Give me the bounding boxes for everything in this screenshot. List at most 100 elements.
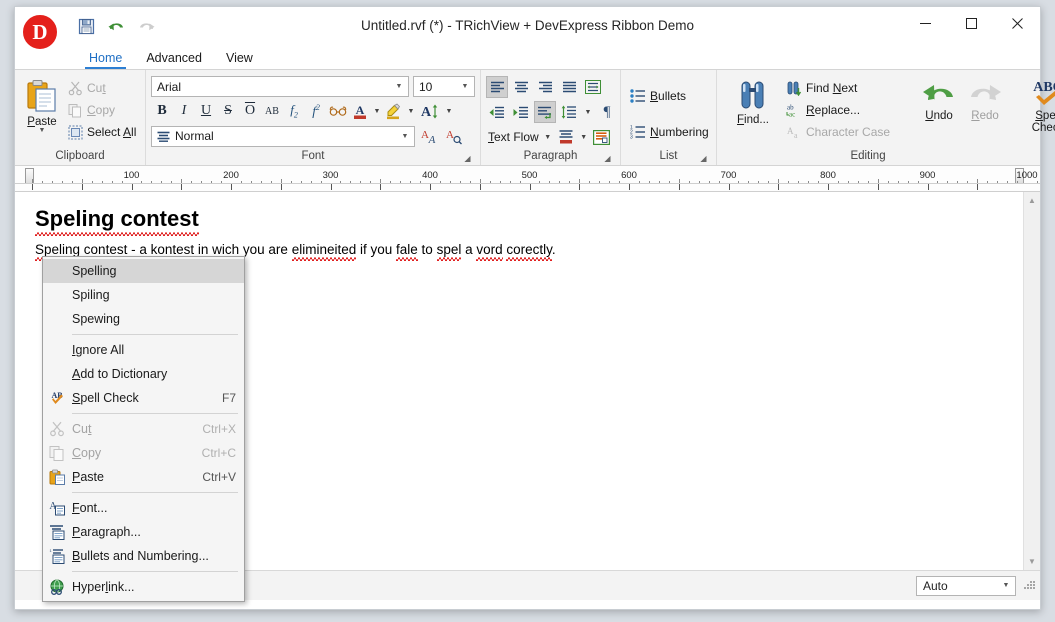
align-center-button[interactable] [510, 76, 532, 98]
ruler-tab-row[interactable] [15, 183, 1040, 191]
menu-item-ignore-all[interactable]: Ignore All [43, 338, 244, 362]
font-size-tool-button[interactable]: A [417, 100, 443, 122]
scroll-up-icon[interactable]: ▲ [1024, 192, 1040, 209]
text-flow-button[interactable]: Text Flow [486, 126, 541, 148]
italic-button[interactable]: I [173, 100, 195, 122]
ruler-tab-stop[interactable] [928, 184, 929, 190]
spell-context-menu[interactable]: SpellingSpilingSpewing Ignore AllAdd to D… [42, 256, 245, 602]
overline-button[interactable]: O [239, 100, 261, 122]
ruler-tab-stop[interactable] [32, 184, 33, 190]
chevron-down-icon[interactable]: ▼ [443, 100, 455, 122]
font-name-combo[interactable]: Arial ▼ [151, 76, 409, 97]
close-button[interactable] [994, 7, 1040, 39]
increase-indent-button[interactable] [510, 101, 532, 123]
tab-advanced[interactable]: Advanced [134, 50, 214, 69]
menu-item-hyperlink[interactable]: Hyperlink... [43, 575, 244, 599]
minimize-button[interactable] [902, 7, 948, 39]
font-size-combo[interactable]: 10 ▼ [413, 76, 475, 97]
ruler-tab-stop[interactable] [380, 184, 381, 190]
replace-button[interactable]: ab ac Replace... [782, 99, 894, 121]
menu-item-spell-check[interactable]: ABSpell CheckF7 [43, 386, 244, 410]
ruler-tab-stop[interactable] [729, 184, 730, 190]
menu-item-spelling[interactable]: Spelling [43, 259, 244, 283]
subscript-button[interactable]: f2 [283, 100, 305, 122]
scroll-down-icon[interactable]: ▼ [1024, 553, 1040, 570]
chevron-down-icon[interactable]: ▼ [39, 128, 46, 134]
ruler-tab-stop[interactable] [977, 184, 978, 190]
bullets-button[interactable]: Bullets [626, 83, 690, 109]
ruler-tab-stop[interactable] [679, 184, 680, 190]
ruler-tab-stop[interactable] [231, 184, 232, 190]
list-dialog-launcher[interactable]: ◢ [698, 153, 709, 164]
menu-item-bullets-and-numbering[interactable]: 1Bullets and Numbering... [43, 544, 244, 568]
ruler-tab-stop[interactable] [828, 184, 829, 190]
ruler-tab-stop[interactable] [430, 184, 431, 190]
numbering-button[interactable]: 123 Numbering [626, 119, 713, 145]
align-right-button[interactable] [534, 76, 556, 98]
ruler-tab-stop[interactable] [132, 184, 133, 190]
paragraph-background-button[interactable] [555, 126, 577, 148]
maximize-button[interactable] [948, 7, 994, 39]
decrease-indent-button[interactable] [486, 101, 508, 123]
document-page[interactable]: Speling contest Speling contest - a kont… [15, 192, 1040, 259]
undo-button[interactable]: Undo [916, 75, 962, 122]
ruler-tab-stop[interactable] [629, 184, 630, 190]
ruler-tab-stop[interactable] [82, 184, 83, 190]
find-button[interactable]: Find... [730, 75, 776, 126]
paragraph-border-button[interactable] [591, 126, 613, 148]
ruler-tab-stop[interactable] [480, 184, 481, 190]
zoom-combo[interactable]: Auto ▼ [916, 576, 1016, 596]
chevron-down-icon[interactable]: ▼ [458, 83, 472, 90]
align-left-button[interactable] [486, 76, 508, 98]
chevron-down-icon[interactable]: ▼ [392, 83, 406, 90]
align-justify-button[interactable] [558, 76, 580, 98]
resize-grip[interactable] [1022, 579, 1036, 593]
find-next-button[interactable]: Find Next [782, 77, 894, 99]
ruler-tab-stop[interactable] [579, 184, 580, 190]
menu-item-add-to-dictionary[interactable]: Add to Dictionary [43, 362, 244, 386]
indents-dialog-button[interactable] [582, 76, 604, 98]
strikeout-button[interactable]: S [217, 100, 239, 122]
chevron-down-icon[interactable]: ▼ [398, 133, 412, 140]
bold-button[interactable]: B [151, 100, 173, 122]
highlight-button[interactable] [383, 100, 405, 122]
ruler-tab-stop[interactable] [181, 184, 182, 190]
paragraph-style-combo[interactable]: Normal ▼ [151, 126, 415, 147]
chevron-down-icon[interactable]: ▼ [371, 100, 383, 122]
paste-button[interactable]: Paste ▼ [24, 75, 60, 134]
ruler-tab-stop[interactable] [331, 184, 332, 190]
vertical-scrollbar[interactable]: ▲ ▼ [1023, 192, 1040, 570]
ruler-tab-stop[interactable] [530, 184, 531, 190]
ruler-tab-stop[interactable] [878, 184, 879, 190]
ruler-tab-stop[interactable] [281, 184, 282, 190]
superscript-button[interactable]: f2 [305, 100, 327, 122]
line-break-button[interactable] [534, 101, 556, 123]
horizontal-ruler[interactable]: 1002003004005006007008009001000 [15, 166, 1040, 192]
paragraph-dialog-launcher[interactable]: ◢ [602, 153, 613, 164]
change-case-button[interactable]: A A [418, 125, 440, 147]
show-formatting-marks-button[interactable]: ¶ [596, 101, 618, 123]
find-font-button[interactable]: A [443, 125, 465, 147]
menu-item-spewing[interactable]: Spewing [43, 307, 244, 331]
font-dialog-launcher[interactable]: ◢ [462, 153, 473, 164]
chevron-down-icon[interactable]: ▼ [405, 100, 417, 122]
menu-item-font[interactable]: AFont... [43, 496, 244, 520]
chevron-down-icon[interactable]: ▼ [578, 126, 590, 148]
spell-check-button[interactable]: ABC SpellCheck [1022, 75, 1055, 134]
app-menu-button[interactable]: D [21, 13, 59, 51]
tab-view[interactable]: View [214, 50, 265, 69]
hidden-text-button[interactable] [327, 100, 349, 122]
chevron-down-icon[interactable]: ▼ [999, 582, 1013, 589]
line-spacing-button[interactable] [558, 101, 580, 123]
underline-button[interactable]: U [195, 100, 217, 122]
chevron-down-icon[interactable]: ▼ [582, 101, 594, 123]
menu-item-paragraph[interactable]: Paragraph... [43, 520, 244, 544]
scrollbar-track[interactable] [1024, 209, 1040, 553]
font-color-button[interactable]: A [349, 100, 371, 122]
tab-home[interactable]: Home [77, 50, 134, 69]
ruler-tab-stop[interactable] [778, 184, 779, 190]
allcaps-button[interactable]: AB [261, 100, 283, 122]
menu-item-spiling[interactable]: Spiling [43, 283, 244, 307]
menu-item-paste[interactable]: PasteCtrl+V [43, 465, 244, 489]
chevron-down-icon[interactable]: ▼ [542, 126, 554, 148]
